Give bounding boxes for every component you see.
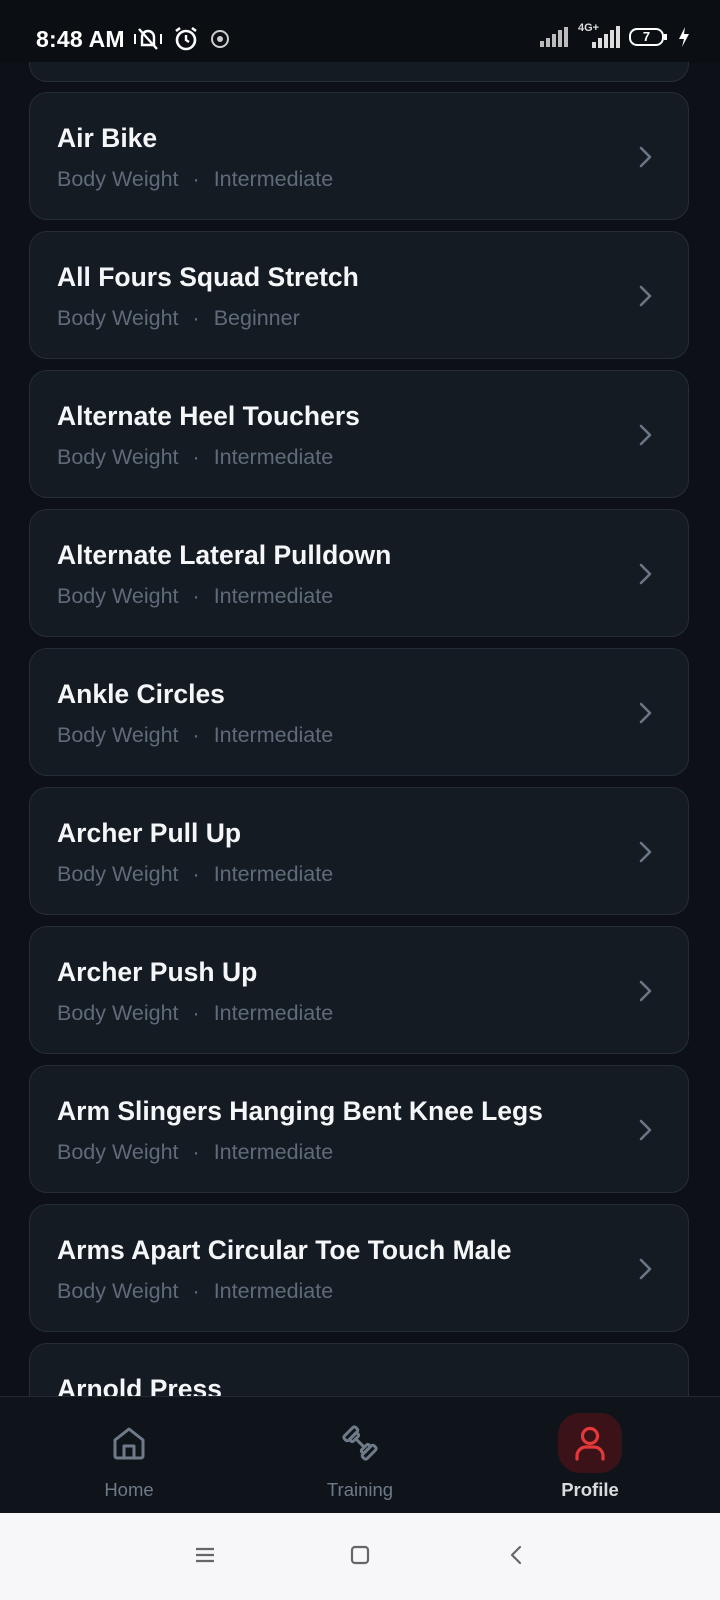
meta-separator: · bbox=[192, 862, 200, 886]
chevron-right-icon bbox=[639, 285, 652, 307]
level-label: Intermediate bbox=[213, 723, 334, 747]
equipment-label: Body Weight bbox=[57, 167, 179, 191]
level-label: Intermediate bbox=[213, 1001, 334, 1025]
chevron-right-icon bbox=[639, 841, 652, 863]
equipment-label: Body Weight bbox=[57, 306, 179, 330]
exercise-card[interactable]: Archer Pull Up Body Weight · Intermediate bbox=[29, 787, 689, 915]
back-icon[interactable] bbox=[506, 1544, 528, 1571]
app-notification-icon bbox=[209, 28, 231, 50]
exercise-title: Ankle Circles bbox=[57, 679, 225, 709]
exercise-meta: Body Weight · Beginner bbox=[57, 306, 300, 331]
exercise-title: Arms Apart Circular Toe Touch Male bbox=[57, 1235, 512, 1265]
charging-icon bbox=[678, 26, 690, 48]
exercise-card[interactable]: Air Bike Body Weight · Intermediate bbox=[29, 92, 689, 220]
system-nav-bar bbox=[0, 1512, 720, 1600]
meta-separator: · bbox=[192, 1279, 200, 1303]
equipment-label: Body Weight bbox=[57, 1001, 179, 1025]
chevron-right-icon bbox=[639, 563, 652, 585]
exercise-meta: Body Weight · Intermediate bbox=[57, 584, 333, 609]
mute-vibrate-icon bbox=[133, 25, 163, 53]
bottom-nav: Home Training Profile bbox=[0, 1396, 720, 1513]
meta-separator: · bbox=[192, 445, 200, 469]
meta-separator: · bbox=[192, 167, 200, 191]
level-label: Intermediate bbox=[213, 445, 334, 469]
signal-4g-icon: 4G+ bbox=[578, 22, 620, 49]
meta-separator: · bbox=[192, 306, 200, 330]
signal-icon bbox=[539, 26, 569, 48]
equipment-label: Body Weight bbox=[57, 1279, 179, 1303]
nav-profile-label: Profile bbox=[561, 1479, 619, 1500]
exercise-meta: Body Weight · Intermediate bbox=[57, 1001, 333, 1026]
exercise-title: Arm Slingers Hanging Bent Knee Legs bbox=[57, 1096, 543, 1126]
alarm-icon bbox=[173, 26, 199, 52]
exercise-card[interactable]: All Fours Squad Stretch Body Weight · Begi… bbox=[29, 231, 689, 359]
level-label: Intermediate bbox=[213, 1279, 334, 1303]
nav-home[interactable]: Home bbox=[49, 1397, 209, 1513]
equipment-label: Body Weight bbox=[57, 1140, 179, 1164]
user-icon bbox=[558, 1413, 622, 1473]
exercise-meta: Body Weight · Intermediate bbox=[57, 167, 333, 192]
chevron-right-icon bbox=[639, 1119, 652, 1141]
equipment-label: Body Weight bbox=[57, 723, 179, 747]
exercise-meta: Body Weight · Intermediate bbox=[57, 1140, 333, 1165]
exercise-meta: Body Weight · Intermediate bbox=[57, 723, 333, 748]
chevron-right-icon bbox=[639, 980, 652, 1002]
exercise-card[interactable]: Alternate Lateral Pulldown Body Weight · I… bbox=[29, 509, 689, 637]
level-label: Intermediate bbox=[213, 862, 334, 886]
exercise-title: Air Bike bbox=[57, 123, 158, 153]
meta-separator: · bbox=[192, 1140, 200, 1164]
exercise-card[interactable]: Arm Slingers Hanging Bent Knee Legs Body… bbox=[29, 1065, 689, 1193]
exercise-meta: Body Weight · Intermediate bbox=[57, 1279, 333, 1304]
nav-training[interactable]: Training bbox=[280, 1397, 440, 1513]
equipment-label: Body Weight bbox=[57, 862, 179, 886]
exercise-card[interactable]: Arms Apart Circular Toe Touch Male Body … bbox=[29, 1204, 689, 1332]
nav-home-label: Home bbox=[104, 1479, 154, 1500]
meta-separator: · bbox=[192, 723, 200, 747]
exercise-meta: Body Weight · Intermediate bbox=[57, 862, 333, 887]
nav-training-label: Training bbox=[326, 1479, 394, 1500]
level-label: Intermediate bbox=[213, 1140, 334, 1164]
exercise-title: All Fours Squad Stretch bbox=[57, 262, 359, 292]
battery-icon: 7 bbox=[629, 27, 669, 47]
level-label: Beginner bbox=[213, 306, 300, 330]
exercise-card[interactable]: Alternate Heel Touchers Body Weight · Inte… bbox=[29, 370, 689, 498]
exercise-title: Archer Push Up bbox=[57, 957, 258, 987]
menu-icon[interactable] bbox=[194, 1544, 216, 1571]
chevron-right-icon bbox=[639, 702, 652, 724]
exercise-title: Alternate Lateral Pulldown bbox=[57, 540, 392, 570]
exercise-title: Archer Pull Up bbox=[57, 818, 242, 848]
status-time: 8:48 AM bbox=[36, 26, 125, 52]
home-icon bbox=[97, 1413, 161, 1473]
meta-separator: · bbox=[192, 1001, 200, 1025]
chevron-right-icon bbox=[639, 146, 652, 168]
exercise-meta: Body Weight · Intermediate bbox=[57, 445, 333, 470]
equipment-label: Body Weight bbox=[57, 445, 179, 469]
exercise-card[interactable]: Ankle Circles Body Weight · Intermediate bbox=[29, 648, 689, 776]
level-label: Intermediate bbox=[213, 167, 334, 191]
battery-level: 7 bbox=[642, 29, 651, 44]
level-label: Intermediate bbox=[213, 584, 334, 608]
exercise-card[interactable]: Archer Push Up Body Weight · Intermediate bbox=[29, 926, 689, 1054]
exercise-title: Alternate Heel Touchers bbox=[57, 401, 360, 431]
exercise-card[interactable]: Arnold Press bbox=[29, 1343, 689, 1396]
nav-profile[interactable]: Profile bbox=[510, 1397, 670, 1513]
exercise-list[interactable]: Air Bike Body Weight · Intermediate All Fo… bbox=[0, 0, 720, 1396]
equipment-label: Body Weight bbox=[57, 584, 179, 608]
exercise-title: Arnold Press bbox=[57, 1374, 222, 1396]
home-square-icon[interactable] bbox=[349, 1544, 371, 1571]
status-bar: 8:48 AM 4G+ 7 bbox=[0, 0, 720, 62]
dumbbell-icon bbox=[328, 1413, 392, 1473]
meta-separator: · bbox=[192, 584, 200, 608]
chevron-right-icon bbox=[639, 1258, 652, 1280]
chevron-right-icon bbox=[639, 424, 652, 446]
